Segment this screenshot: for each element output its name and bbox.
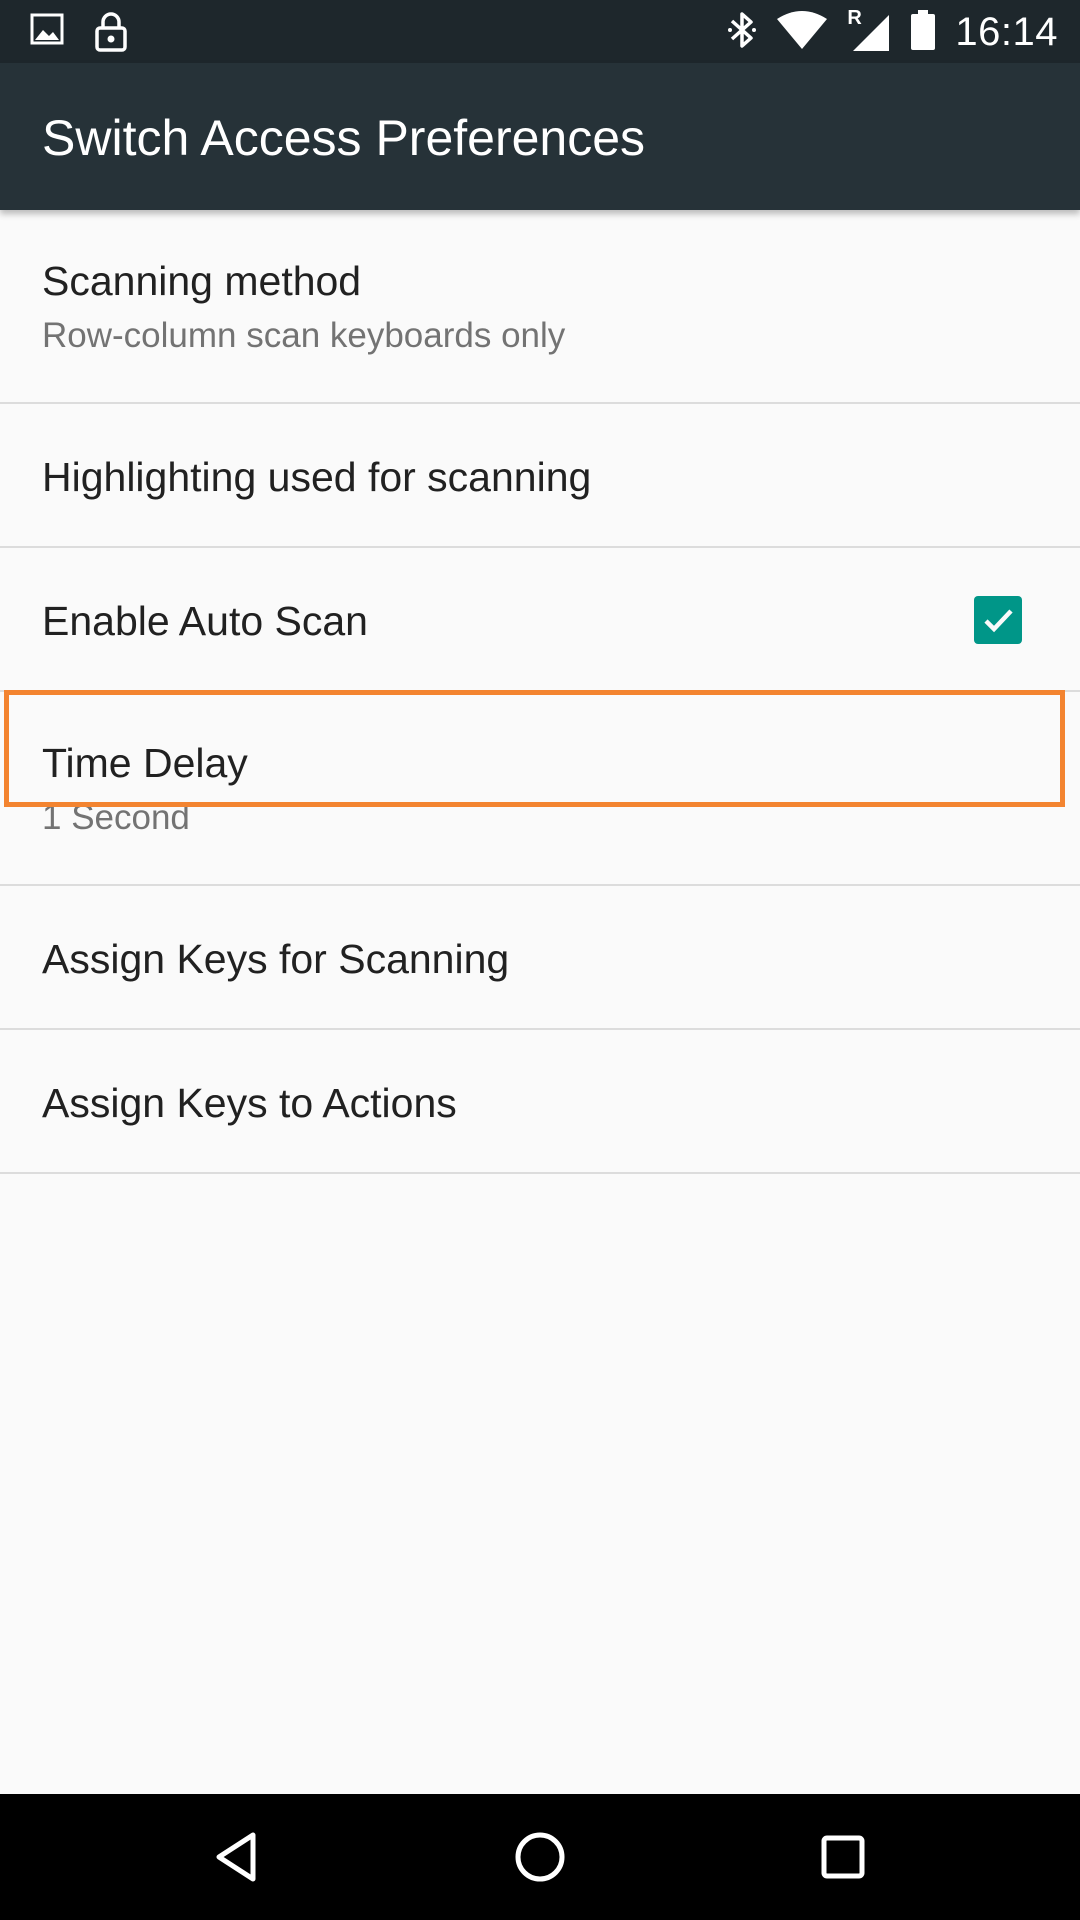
pref-scanning-method[interactable]: Scanning method Row-column scan keyboard… <box>0 210 1080 404</box>
signal-roaming-icon: R <box>847 7 891 53</box>
wifi-icon <box>777 10 828 54</box>
image-icon <box>30 12 64 57</box>
home-icon[interactable] <box>507 1824 573 1890</box>
pref-enable-auto-scan[interactable]: Enable Auto Scan <box>0 548 1080 692</box>
lock-icon <box>94 12 128 57</box>
pref-assign-keys-scanning[interactable]: Assign Keys for Scanning <box>0 886 1080 1030</box>
page-title: Switch Access Preferences <box>42 110 646 166</box>
app-bar: Switch Access Preferences <box>0 63 1080 210</box>
pref-title: Assign Keys for Scanning <box>42 936 510 982</box>
pref-title: Highlighting used for scanning <box>42 454 592 500</box>
checkmark-icon <box>984 609 1013 633</box>
navigation-bar <box>0 1794 1080 1920</box>
clock: 16:14 <box>955 9 1058 54</box>
pref-title: Enable Auto Scan <box>42 598 368 644</box>
pref-title: Time Delay <box>42 740 248 786</box>
recents-icon[interactable] <box>810 1824 876 1890</box>
pref-title: Scanning method <box>42 258 362 304</box>
preference-list: Scanning method Row-column scan keyboard… <box>0 210 1080 1174</box>
pref-title: Assign Keys to Actions <box>42 1080 457 1126</box>
pref-assign-keys-actions[interactable]: Assign Keys to Actions <box>0 1030 1080 1174</box>
status-bar: R 16:14 <box>0 0 1080 63</box>
bluetooth-icon <box>727 10 757 55</box>
pref-time-delay[interactable]: Time Delay 1 Second <box>0 692 1080 886</box>
pref-summary: 1 Second <box>42 798 190 837</box>
battery-icon <box>911 9 936 55</box>
auto-scan-checkbox[interactable] <box>974 596 1022 644</box>
roaming-label: R <box>847 7 862 29</box>
pref-summary: Row-column scan keyboards only <box>42 316 566 355</box>
back-icon[interactable] <box>204 1824 270 1890</box>
pref-highlighting[interactable]: Highlighting used for scanning <box>0 404 1080 548</box>
